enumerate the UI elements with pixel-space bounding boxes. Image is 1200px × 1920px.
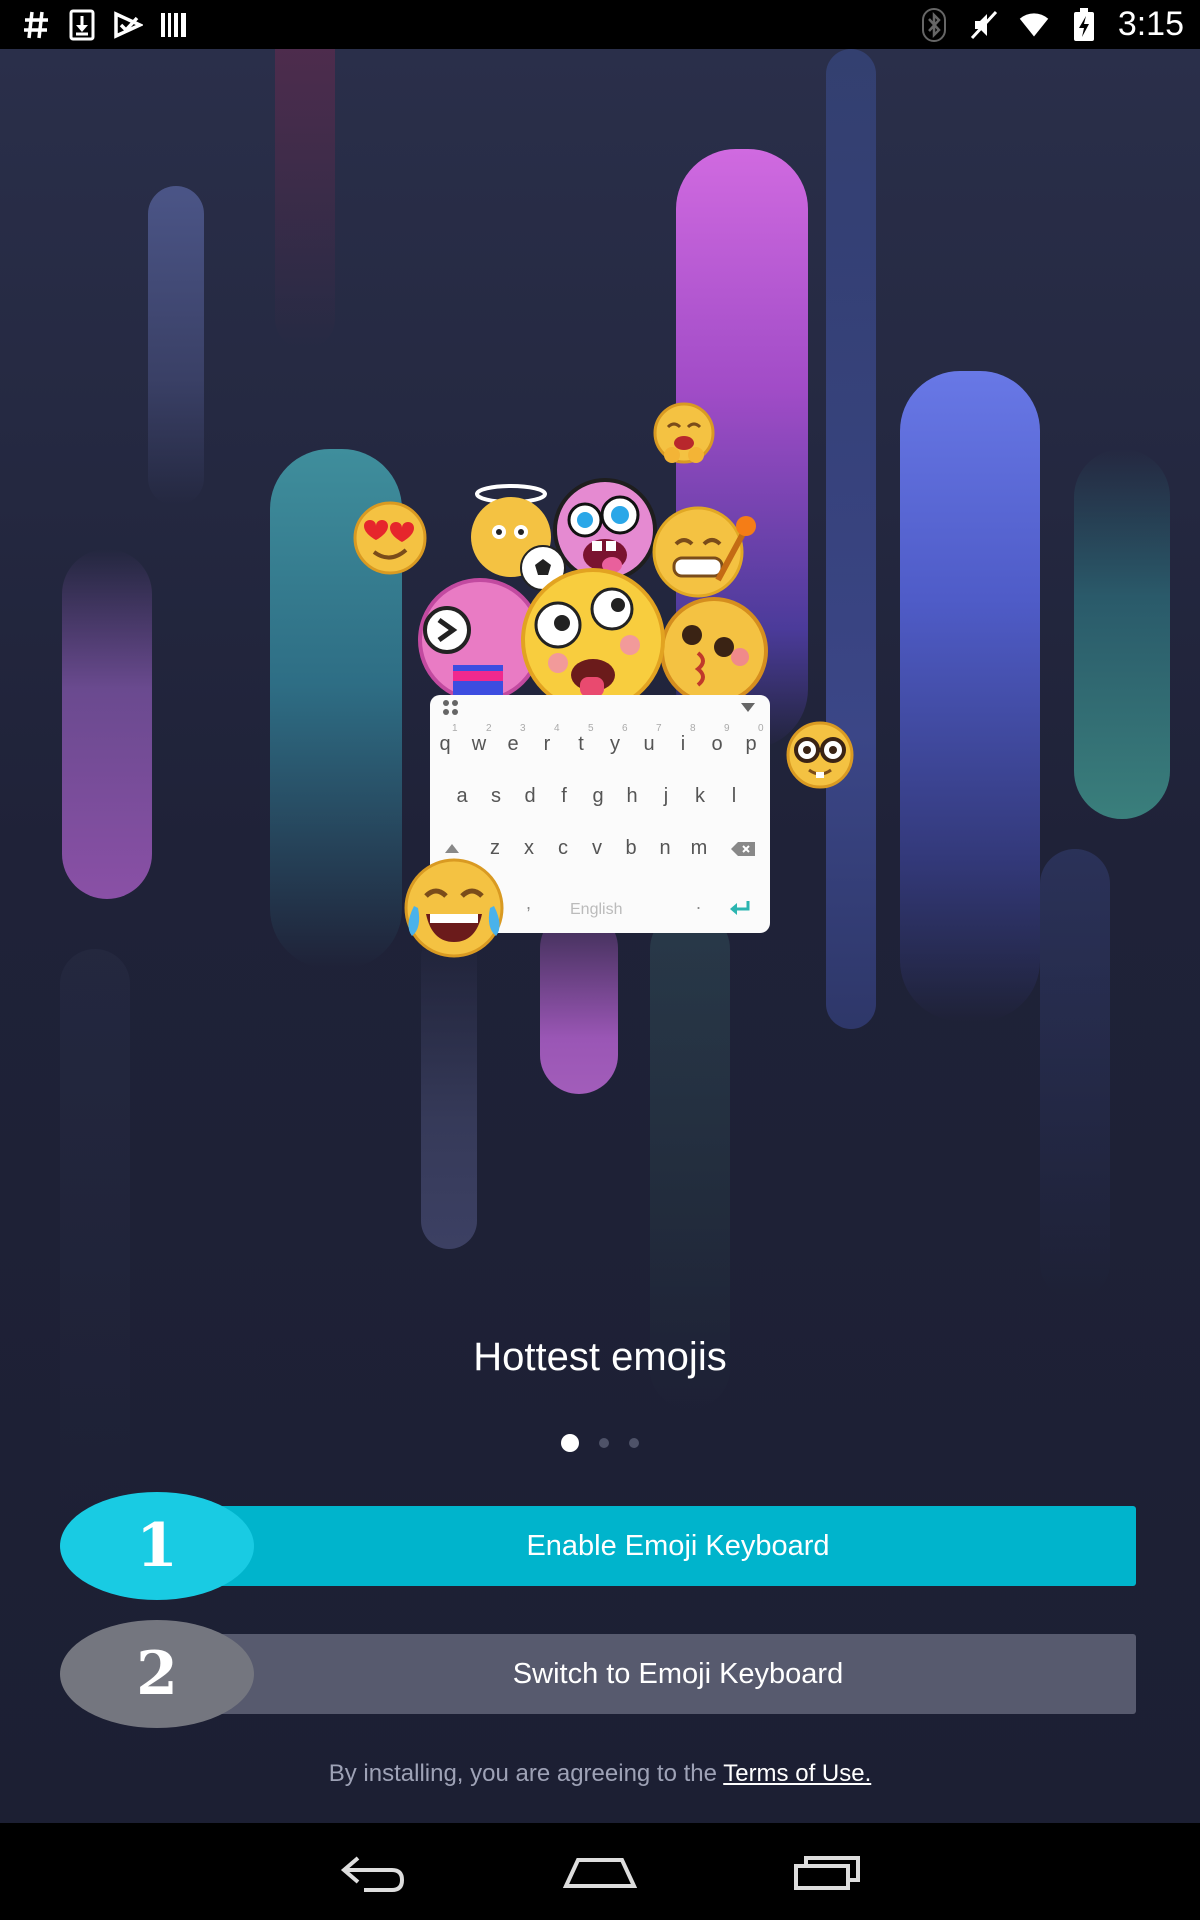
key: l bbox=[731, 785, 737, 807]
key: w bbox=[471, 733, 487, 755]
key: y bbox=[610, 733, 620, 755]
enter-icon bbox=[730, 901, 750, 915]
page-indicator bbox=[0, 1434, 1200, 1452]
key: f bbox=[561, 785, 567, 807]
key: b bbox=[625, 837, 637, 859]
decorative-pill bbox=[148, 186, 204, 506]
battery-charging-icon bbox=[1068, 7, 1100, 41]
page-dot bbox=[599, 1438, 609, 1448]
decorative-pill bbox=[1074, 449, 1170, 819]
navigation-bar bbox=[0, 1823, 1200, 1920]
emoji-heart-eyes-icon bbox=[352, 500, 428, 581]
enable-keyboard-button[interactable]: Enable Emoji Keyboard bbox=[120, 1506, 1136, 1586]
key: s bbox=[491, 785, 501, 807]
wifi-icon bbox=[1018, 9, 1050, 41]
key: o bbox=[711, 733, 723, 755]
terms-of-use-link[interactable]: Terms of Use. bbox=[723, 1760, 871, 1787]
switch-keyboard-button[interactable]: Switch to Emoji Keyboard bbox=[120, 1634, 1136, 1714]
clock: 3:15 bbox=[1117, 5, 1184, 43]
key: t bbox=[578, 733, 584, 755]
keyboard-collapse-icon bbox=[741, 703, 755, 712]
enable-keyboard-label: Enable Emoji Keyboard bbox=[526, 1530, 830, 1562]
back-icon bbox=[341, 1855, 405, 1892]
onboarding-headline: Hottest emojis bbox=[473, 1335, 727, 1379]
decorative-pill bbox=[826, 49, 876, 1029]
enable-keyboard-step[interactable]: Enable Emoji Keyboard 1 bbox=[60, 1492, 1136, 1600]
key: h bbox=[626, 785, 638, 807]
decorative-pill bbox=[62, 549, 152, 899]
decorative-pill bbox=[421, 929, 477, 1249]
page-dot-active bbox=[561, 1434, 579, 1452]
decorative-pill bbox=[540, 909, 618, 1094]
step-1-badge: 1 bbox=[60, 1492, 254, 1600]
decorative-pill bbox=[900, 371, 1040, 1021]
hash-icon bbox=[20, 9, 52, 41]
decorative-pill bbox=[650, 909, 730, 1409]
emoji-nerd-icon bbox=[785, 720, 855, 795]
recents-button[interactable] bbox=[787, 1842, 867, 1902]
decorative-pill bbox=[1040, 849, 1110, 1299]
switch-keyboard-step[interactable]: Switch to Emoji Keyboard 2 bbox=[60, 1620, 1136, 1728]
key: c bbox=[558, 837, 568, 859]
key: j bbox=[663, 785, 669, 807]
key: e bbox=[507, 733, 519, 755]
comma-key: , bbox=[526, 893, 532, 913]
home-icon bbox=[562, 1857, 638, 1888]
terms-notice: By installing, you are agreeing to the T… bbox=[0, 1760, 1200, 1788]
recents-icon bbox=[793, 1855, 860, 1890]
key: u bbox=[643, 733, 655, 755]
play-store-icon bbox=[112, 9, 144, 41]
back-button[interactable] bbox=[333, 1842, 413, 1902]
notification-icons bbox=[0, 9, 190, 41]
page-dot bbox=[629, 1438, 639, 1448]
key: n bbox=[659, 837, 671, 859]
system-status-icons: 3:15 bbox=[918, 5, 1200, 44]
status-bar: 3:15 bbox=[0, 0, 1200, 49]
key: k bbox=[695, 785, 705, 807]
shift-icon bbox=[445, 844, 459, 853]
barcode-icon bbox=[158, 9, 190, 41]
download-icon bbox=[66, 9, 98, 41]
space-bar-language: English bbox=[570, 901, 623, 918]
terms-prefix: By installing, you are agreeing to the bbox=[328, 1760, 724, 1787]
key: a bbox=[456, 785, 468, 807]
emoji-tears-of-joy-icon bbox=[400, 856, 508, 965]
key: x bbox=[524, 837, 534, 859]
key: q bbox=[439, 733, 451, 755]
bluetooth-icon bbox=[918, 7, 950, 42]
home-button[interactable] bbox=[560, 1842, 640, 1902]
key: r bbox=[543, 733, 551, 755]
keyboard-menu-icon bbox=[443, 700, 458, 715]
keyboard-toolbar bbox=[430, 695, 770, 717]
step-2-badge: 2 bbox=[60, 1620, 254, 1728]
switch-keyboard-label: Switch to Emoji Keyboard bbox=[512, 1658, 844, 1690]
period-key: . bbox=[696, 893, 702, 913]
key: p bbox=[745, 733, 757, 755]
key: v bbox=[592, 837, 602, 859]
key: g bbox=[592, 785, 604, 807]
decorative-pill bbox=[60, 949, 130, 1549]
key: d bbox=[524, 785, 536, 807]
emoji-hugging-icon bbox=[652, 401, 716, 474]
key: m bbox=[690, 837, 708, 859]
mute-icon bbox=[968, 9, 1000, 41]
key: i bbox=[680, 733, 686, 755]
decorative-pill bbox=[275, 49, 335, 349]
backspace-icon bbox=[731, 842, 755, 856]
